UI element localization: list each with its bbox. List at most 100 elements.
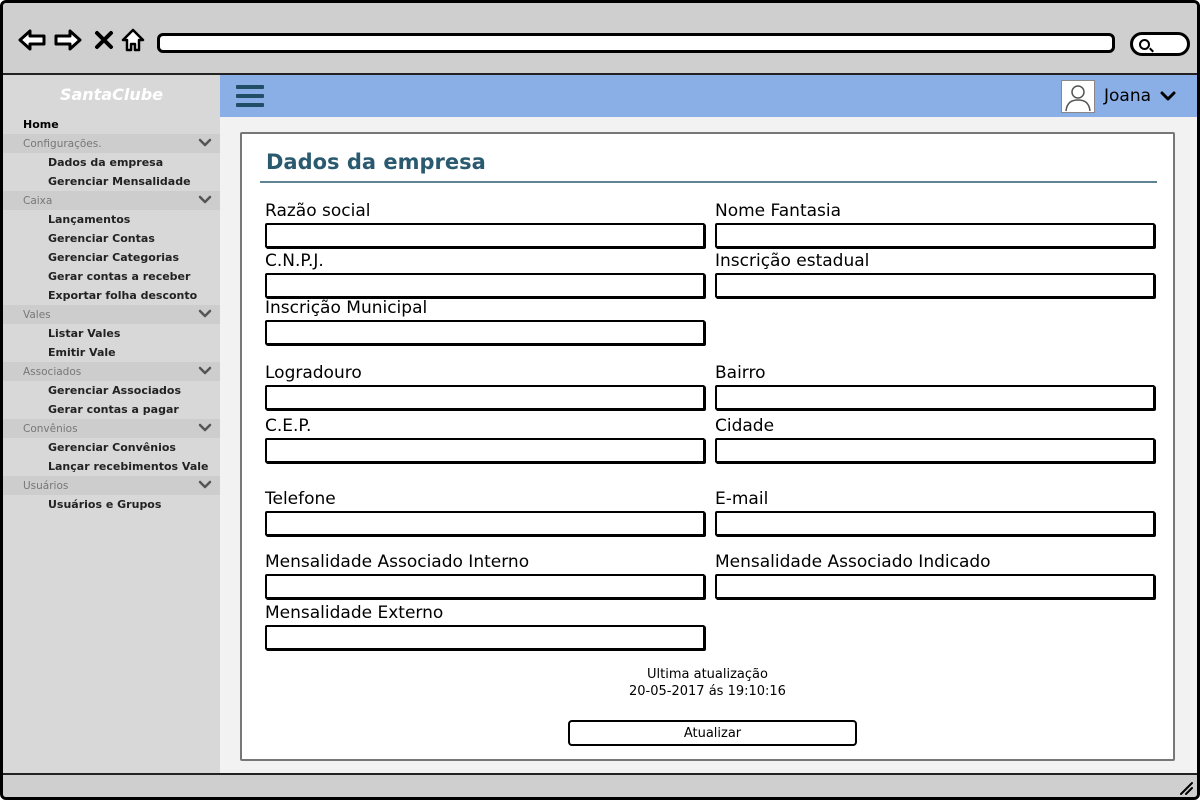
chevron-down-icon[interactable] [1160,90,1176,102]
sidebar-section[interactable]: Convênios [3,419,220,438]
sidebar-item-label: Usuários e Grupos [48,498,162,511]
chevron-down-icon[interactable] [198,422,212,434]
chevron-down-icon[interactable] [198,194,212,206]
cidade-label: Cidade [715,416,775,436]
update-button[interactable]: Atualizar [568,720,857,746]
sidebar: SantaClube Home Configurações. Dados da em… [3,75,220,773]
sidebar-item[interactable]: Lançamentos [3,210,220,229]
app-header: Joana [220,75,1197,117]
sidebar-item-label: Home [23,118,59,131]
mensalidade-interno-label: Mensalidade Associado Interno [265,552,530,572]
sidebar-item-label: Exportar folha desconto [48,289,198,302]
sidebar-item-label: Usuários [23,479,69,492]
chevron-down-icon[interactable] [198,365,212,377]
sidebar-section[interactable]: Configurações. [3,134,220,153]
sidebar-item[interactable]: Listar Vales [3,324,220,343]
sidebar-item[interactable]: Gerenciar Associados [3,381,220,400]
sidebar-item-label: Gerenciar Convênios [48,441,176,454]
logradouro-label: Logradouro [265,363,362,383]
url-input[interactable] [157,33,1115,53]
mensalidade-externo-field[interactable] [265,625,705,650]
sidebar-section[interactable]: Vales [3,305,220,324]
sidebar-item-label: Gerenciar Categorias [48,251,179,264]
hamburger-menu-icon[interactable] [236,85,264,109]
sidebar-item[interactable]: Gerenciar Mensalidade [3,172,220,191]
cep-label: C.E.P. [265,416,312,436]
chevron-down-icon[interactable] [198,137,212,149]
sidebar-item[interactable]: Lançar recebimentos Vale [3,457,220,476]
avatar[interactable] [1061,80,1095,113]
sidebar-item-label: Gerar contas a receber [48,270,191,283]
sidebar-section[interactable]: Associados [3,362,220,381]
resize-grip-icon[interactable] [1177,779,1193,795]
telefone-label: Telefone [265,489,336,509]
email-field[interactable] [715,511,1155,536]
sidebar-section[interactable]: Caixa [3,191,220,210]
cep-field[interactable] [265,438,705,463]
page-title: Dados da empresa [266,150,486,174]
sidebar-item-label: Gerenciar Mensalidade [48,175,191,188]
sidebar-item-label: Lançamentos [48,213,131,226]
logradouro-field[interactable] [265,385,705,410]
razao-social-field[interactable] [265,223,705,248]
mensalidade-indicado-field[interactable] [715,574,1155,599]
search-icon [1139,39,1150,50]
home-icon[interactable] [118,25,148,55]
sidebar-item-label: Associados [23,365,82,378]
inscricao-municipal-field[interactable] [265,320,705,345]
user-name[interactable]: Joana [1104,86,1151,106]
last-update-timestamp: 20-05-2017 ás 19:10:16 [629,684,786,699]
back-icon[interactable] [17,25,47,55]
forward-icon[interactable] [53,25,83,55]
sidebar-item-label: Lançar recebimentos Vale [48,460,209,473]
bairro-label: Bairro [715,363,766,383]
sidebar-item-label: Gerenciar Associados [48,384,182,397]
chevron-down-icon[interactable] [198,308,212,320]
chevron-down-icon[interactable] [198,479,212,491]
cidade-field[interactable] [715,438,1155,463]
sidebar-item[interactable]: Gerar contas a receber [3,267,220,286]
brand-logo[interactable]: SantaClube [3,75,220,115]
last-update-label: Ultima atualização [647,667,768,682]
razao-social-label: Razão social [265,201,371,221]
sidebar-item-label: Gerar contas a pagar [48,403,179,416]
sidebar-item[interactable]: Gerenciar Convênios [3,438,220,457]
telefone-field[interactable] [265,511,705,536]
sidebar-item[interactable]: Usuários e Grupos [3,495,220,514]
sidebar-menu: Home Configurações. Dados da empresa Gerenc… [3,115,220,514]
sidebar-item-label: Dados da empresa [48,156,164,169]
sidebar-item[interactable]: Home [3,115,220,134]
cnpj-label: C.N.P.J. [265,251,324,271]
browser-window: SantaClube Home Configurações. Dados da em… [0,0,1200,800]
bairro-field[interactable] [715,385,1155,410]
inscricao-municipal-label: Inscrição Municipal [265,298,428,318]
close-icon[interactable] [89,25,119,55]
company-form-card: Dados da empresa Razão social Nome Fanta… [240,132,1175,761]
sidebar-item[interactable]: Exportar folha desconto [3,286,220,305]
sidebar-item[interactable]: Emitir Vale [3,343,220,362]
sidebar-item-label: Emitir Vale [48,346,116,359]
browser-status-bar [3,773,1197,797]
mensalidade-interno-field[interactable] [265,574,705,599]
browser-search-field[interactable] [1130,32,1190,56]
mensalidade-indicado-label: Mensalidade Associado Indicado [715,552,991,572]
browser-toolbar [3,3,1197,75]
nome-fantasia-field[interactable] [715,223,1155,248]
inscricao-estadual-label: Inscrição estadual [715,251,870,271]
mensalidade-externo-label: Mensalidade Externo [265,603,444,623]
sidebar-item-label: Gerenciar Contas [48,232,155,245]
sidebar-item[interactable]: Dados da empresa [3,153,220,172]
sidebar-item-label: Configurações. [23,137,102,150]
cnpj-field[interactable] [265,273,705,298]
sidebar-item[interactable]: Gerenciar Contas [3,229,220,248]
email-label: E-mail [715,489,769,509]
sidebar-section[interactable]: Usuários [3,476,220,495]
nome-fantasia-label: Nome Fantasia [715,201,842,221]
sidebar-item-label: Convênios [23,422,78,435]
inscricao-estadual-field[interactable] [715,273,1155,298]
title-divider [260,181,1157,183]
sidebar-item-label: Caixa [23,194,53,207]
sidebar-item[interactable]: Gerar contas a pagar [3,400,220,419]
sidebar-item-label: Vales [23,308,51,321]
sidebar-item[interactable]: Gerenciar Categorias [3,248,220,267]
